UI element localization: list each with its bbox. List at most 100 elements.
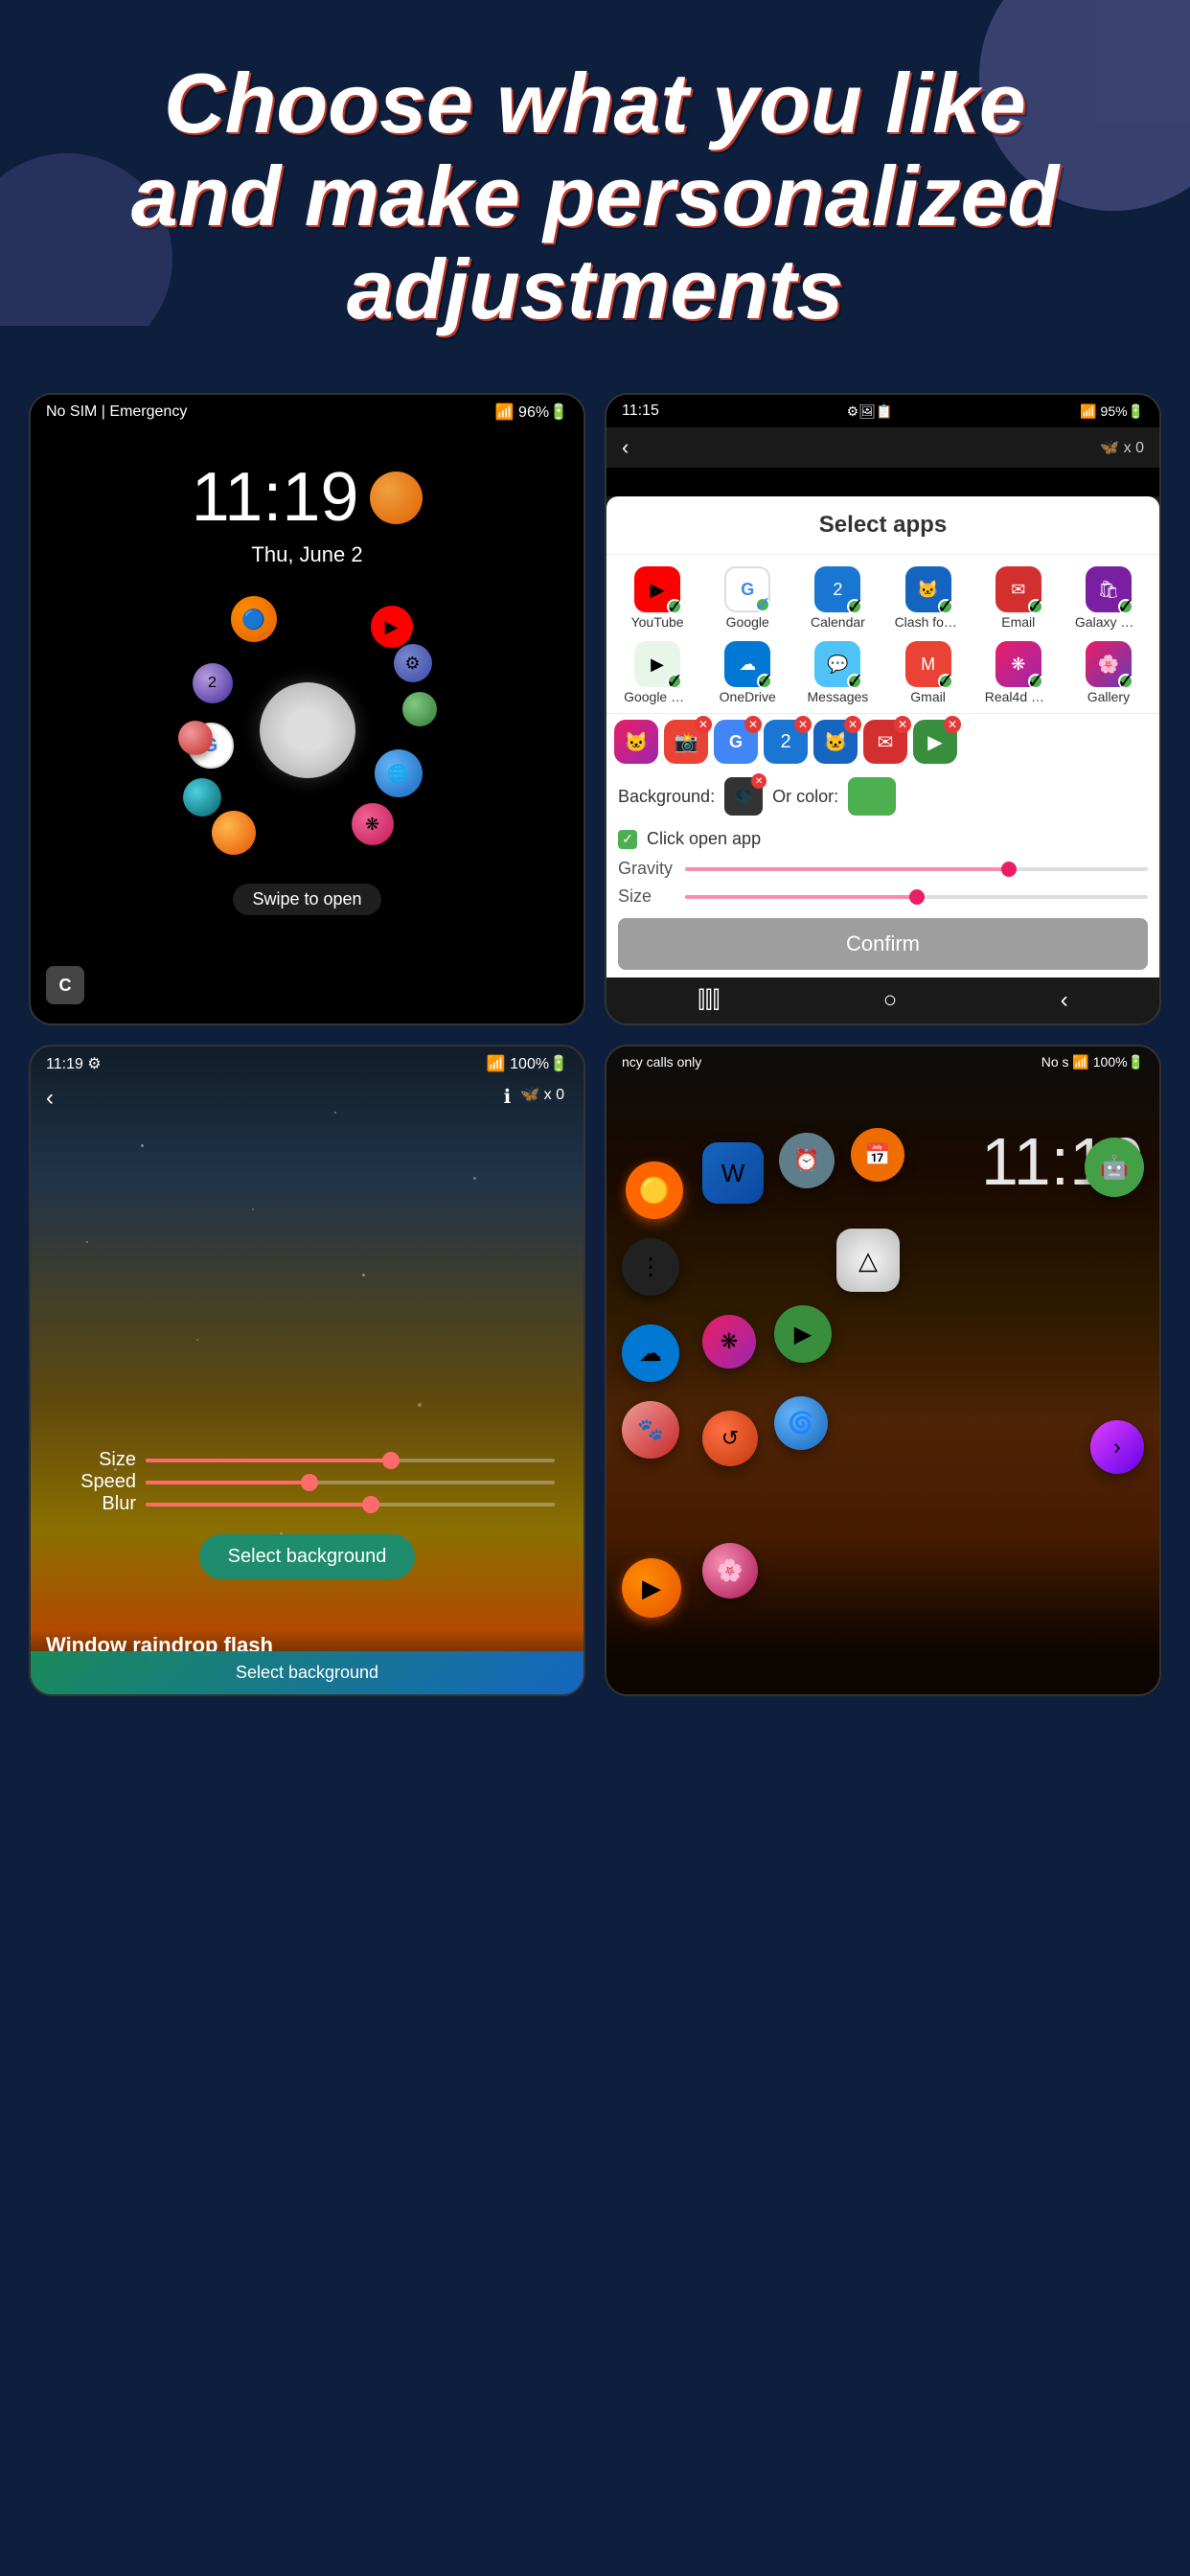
app-item-email[interactable]: ✉✓ Email — [975, 563, 1062, 633]
rain-overlay — [31, 1046, 584, 1694]
selected-app-3[interactable]: 2 ✕ — [764, 720, 808, 764]
selected-app-2[interactable]: G ✕ — [714, 720, 758, 764]
nav-recents[interactable]: ‹ — [1061, 987, 1068, 1014]
app-item-samsung-free[interactable]: F✓ Samsung Fr... — [1065, 712, 1152, 713]
rain-sliders-ui: Size Speed Blur — [31, 1449, 584, 1579]
dandelion-area: ▶ 🔵 ⚙ 🌐 ❋ G 2 — [173, 586, 442, 874]
app-item-contacts[interactable]: 👤✓ Contacts — [614, 712, 700, 713]
app-icon-playstore: ▶✓ — [634, 641, 680, 687]
gravity-slider[interactable] — [685, 867, 1148, 871]
gravity-fill — [685, 867, 1009, 871]
app-item-youtube[interactable]: ▶✓ YouTube — [614, 563, 700, 633]
ss2-topbar: ‹ 🦋 x 0 — [606, 427, 1159, 468]
floating-app-3[interactable]: ⏰ — [779, 1133, 835, 1188]
orb-violet: 2 — [193, 663, 233, 703]
color-swatch[interactable] — [848, 777, 896, 816]
dialog-title: Select apps — [606, 496, 1159, 555]
floating-app-13[interactable]: 🌸 — [702, 1543, 758, 1598]
floating-app-7[interactable]: ☁ — [622, 1324, 679, 1382]
floating-app-play[interactable]: ▶ — [774, 1305, 832, 1363]
app-icon-google: G✓ — [724, 566, 770, 612]
floating-app-11[interactable]: ↺ — [702, 1411, 758, 1466]
app-item-clash[interactable]: 🐱✓ Clash for An... — [884, 563, 971, 633]
app-icon-calendar: 2✓ — [814, 566, 860, 612]
rain-blur-fill — [146, 1503, 371, 1506]
c-button[interactable]: C — [46, 966, 84, 1004]
ss2-statusbar: 11:15 ⚙🖼📋 📶 95%🔋 — [606, 395, 1159, 427]
floating-app-10[interactable]: › — [1090, 1420, 1144, 1474]
screenshot-lockscreen: No SIM | Emergency 📶 96%🔋 11:19 Thu, Jun… — [29, 393, 585, 1025]
app-item-playstore[interactable]: ▶✓ Google Play... — [614, 637, 700, 708]
check-real4d: ✓ — [1028, 674, 1043, 689]
selected-app-1[interactable]: 📸 ✕ — [664, 720, 708, 764]
click-open-row: ✓ Click open app — [606, 823, 1159, 855]
remove-badge-4: ✕ — [844, 716, 861, 733]
app-icon-youtube: ▶✓ — [634, 566, 680, 612]
app-item-real4d[interactable]: ❋✓ Real4d Wall... — [975, 637, 1062, 708]
size-fill — [685, 895, 917, 899]
rain-speed-thumb[interactable] — [301, 1474, 318, 1491]
floating-app-5[interactable]: 🤖 — [1085, 1138, 1144, 1197]
app-item-messages[interactable]: 💬✓ Messages — [794, 637, 881, 708]
app-item-gmail[interactable]: M✓ Gmail — [884, 637, 971, 708]
app-item-onedrive[interactable]: ☁✓ OneDrive — [704, 637, 790, 708]
orb-amber — [212, 811, 256, 855]
remove-badge-6: ✕ — [944, 716, 961, 733]
floating-app-9[interactable]: 🐾 — [622, 1401, 679, 1459]
selected-app-anim[interactable]: 🐱 — [614, 720, 658, 764]
floating-app-2[interactable]: W — [702, 1142, 764, 1204]
rain-size-thumb[interactable] — [382, 1452, 400, 1469]
orb-pink: ❋ — [352, 803, 394, 845]
rain-blur-row: Blur — [59, 1493, 555, 1515]
rain-blur-track[interactable] — [146, 1503, 555, 1506]
check-gallery: ✓ — [1118, 674, 1133, 689]
floating-app-unity[interactable]: △ — [836, 1229, 900, 1292]
size-thumb[interactable] — [909, 889, 925, 905]
screenshot-select-apps: 11:15 ⚙🖼📋 📶 95%🔋 ‹ 🦋 x 0 Select apps ▶✓ — [605, 393, 1161, 1025]
click-open-checkbox[interactable]: ✓ — [618, 830, 637, 849]
app-item-gallery[interactable]: 🌸✓ Gallery — [1065, 637, 1152, 708]
size-slider[interactable] — [685, 895, 1148, 899]
app-item-phone[interactable]: 📞✓ Phone — [884, 712, 971, 713]
rain-speed-row: Speed — [59, 1471, 555, 1493]
screenshot-city-apps: ncy calls only No s 📶 100%🔋 11:19 🟡 W ⏰ … — [605, 1045, 1161, 1696]
selected-app-5[interactable]: ✉ ✕ — [863, 720, 907, 764]
nav-home[interactable]: ○ — [883, 987, 898, 1014]
floating-app-4[interactable]: 📅 — [851, 1128, 904, 1182]
check-email: ✓ — [1028, 599, 1043, 614]
bg-thumb[interactable]: 🌑 ✕ — [724, 777, 763, 816]
app-item-clock[interactable]: ⏰✓ Clock — [704, 712, 790, 713]
remove-badge-3: ✕ — [794, 716, 812, 733]
rain-bottom-bar[interactable]: Select background — [31, 1651, 584, 1694]
rain-speed-fill — [146, 1481, 309, 1484]
app-item-galaxy[interactable]: 🛍✓ Galaxy Store — [1065, 563, 1152, 633]
nav-back[interactable]: ⫿⫿⫿ — [698, 987, 720, 1014]
floating-app-12[interactable]: 🌀 — [774, 1396, 828, 1450]
app-item-calendar[interactable]: 2✓ Calendar — [794, 563, 881, 633]
floating-app-youtube[interactable]: ▶ — [622, 1558, 681, 1618]
orb-teal — [183, 778, 221, 816]
floating-app-1[interactable]: 🟡 — [626, 1162, 683, 1219]
floating-app-6[interactable]: ⋮ — [622, 1238, 679, 1296]
ss1-statusbar: No SIM | Emergency 📶 96%🔋 — [31, 395, 584, 429]
selected-app-6[interactable]: ▶ ✕ — [913, 720, 957, 764]
app-item-samsung-int[interactable]: 🌐✓ Samsung Int... — [794, 712, 881, 713]
orb-purple: ⚙ — [394, 644, 432, 682]
back-arrow[interactable]: ‹ — [46, 1085, 54, 1112]
swipe-hint: Swipe to open — [233, 884, 380, 915]
orb-youtube: ▶ — [371, 606, 413, 648]
floating-app-8[interactable]: ❋ — [702, 1315, 756, 1368]
check-youtube: ✓ — [667, 599, 682, 614]
top-icons: ℹ 🦋 x 0 — [504, 1085, 564, 1109]
confirm-button[interactable]: Confirm — [618, 918, 1148, 970]
gravity-thumb[interactable] — [1001, 862, 1017, 877]
selected-apps-row: 🐱 📸 ✕ G ✕ 2 ✕ 🐱 — [606, 713, 1159, 770]
rain-size-track[interactable] — [146, 1459, 555, 1462]
app-icon-gmail: M✓ — [905, 641, 951, 687]
selected-app-4[interactable]: 🐱 ✕ — [813, 720, 858, 764]
app-item-google[interactable]: G✓ Google — [704, 563, 790, 633]
select-bg-button[interactable]: Select background — [199, 1534, 416, 1579]
rain-speed-track[interactable] — [146, 1481, 555, 1484]
rain-blur-thumb[interactable] — [362, 1496, 379, 1513]
app-item-settings[interactable]: ⚙✓ Settings — [975, 712, 1062, 713]
